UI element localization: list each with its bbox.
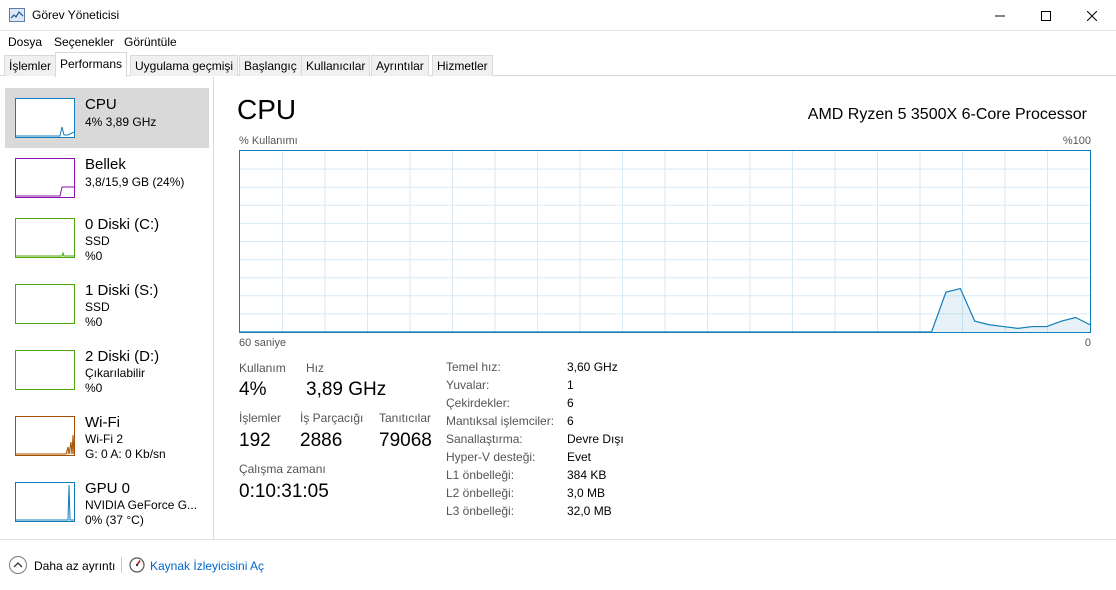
resource-monitor-icon[interactable]: [129, 557, 145, 573]
processes-value: 192: [239, 430, 271, 451]
sidebar-item-label: GPU 0: [85, 480, 131, 497]
sidebar-item-disk-d[interactable]: 2 Diski (D:) Çıkarılabilir %0: [5, 340, 209, 400]
sidebar-item-detail: SSD: [85, 300, 110, 314]
sidebar-item-detail-2: 0% (37 °C): [85, 513, 144, 527]
sidebar-item-detail-2: G: 0 A: 0 Kb/sn: [85, 447, 166, 461]
less-details-button[interactable]: [9, 556, 27, 574]
spec-label: Yuvalar:: [446, 378, 490, 392]
speed-label: Hız: [306, 361, 324, 375]
sidebar-item-detail: 3,8/15,9 GB (24%): [85, 175, 185, 189]
sidebar-item-label: CPU: [85, 96, 117, 113]
handles-value: 79068: [379, 430, 432, 451]
sidebar-item-detail-2: %0: [85, 249, 103, 263]
graph-time-zero: 0: [1084, 337, 1091, 349]
close-button[interactable]: [1069, 0, 1115, 31]
sidebar-item-label: 1 Diski (S:): [85, 282, 159, 299]
uptime-value: 0:10:31:05: [239, 481, 329, 502]
uptime-label: Çalışma zamanı: [239, 462, 326, 476]
spec-label: Temel hız:: [446, 360, 501, 374]
tab-baslangic[interactable]: Başlangıç: [239, 55, 302, 76]
sidebar-item-detail: NVIDIA GeForce G...: [85, 498, 198, 512]
sidebar-item-label: Bellek: [85, 156, 126, 173]
memory-thumbnail-graph: [15, 158, 75, 198]
tab-ayrintilar[interactable]: Ayrıntılar: [371, 55, 429, 76]
tab-uygulama-gecmisi[interactable]: Uygulama geçmişi: [130, 55, 239, 76]
sidebar-item-label: 0 Diski (C:): [85, 216, 160, 233]
usage-value: 4%: [239, 379, 267, 400]
spec-value: 6: [567, 396, 574, 410]
graph-label-max: %100: [1062, 135, 1091, 147]
disk-s-thumbnail-graph: [15, 284, 75, 324]
menu-secenekler[interactable]: Seçenekler: [54, 35, 114, 49]
performance-sidebar: CPU 4% 3,89 GHz Bellek 3,8/15,9 GB (24%)…: [0, 77, 214, 539]
spec-value: 3,60 GHz: [567, 360, 618, 374]
wifi-thumbnail-graph: [15, 416, 75, 456]
maximize-button[interactable]: [1023, 0, 1069, 31]
cpu-usage-graph: [239, 150, 1091, 333]
sidebar-item-gpu[interactable]: GPU 0 NVIDIA GeForce G... 0% (37 °C): [5, 472, 209, 532]
window-title: Görev Yöneticisi: [32, 8, 120, 22]
footer-bar: Daha az ayrıntı Kaynak İzleyicisini Aç: [0, 539, 1116, 590]
spec-value: 6: [567, 414, 574, 428]
sidebar-item-label: 2 Diski (D:): [85, 348, 160, 365]
spec-value: Devre Dışı: [567, 432, 624, 446]
threads-value: 2886: [300, 430, 343, 451]
threads-label: İş Parçacığı: [300, 411, 364, 425]
handles-label: Tanıtıcılar: [379, 411, 432, 425]
processes-label: İşlemler: [239, 411, 282, 425]
processor-name: AMD Ryzen 5 3500X 6-Core Processor: [807, 106, 1087, 123]
graph-label-usage: % Kullanımı: [239, 135, 298, 147]
sidebar-item-detail-2: %0: [85, 315, 103, 329]
disk-d-thumbnail-graph: [15, 350, 75, 390]
tab-islemler[interactable]: İşlemler: [4, 55, 57, 76]
spec-value: 384 KB: [567, 468, 607, 482]
sidebar-item-detail: Wi-Fi 2: [85, 432, 123, 446]
spec-label: Hyper-V desteği:: [446, 450, 536, 464]
title-bar: Görev Yöneticisi: [0, 0, 1116, 31]
menu-goruntule[interactable]: Görüntüle: [124, 35, 177, 49]
spec-value: 3,0 MB: [567, 486, 606, 500]
speed-value: 3,89 GHz: [306, 379, 387, 400]
spec-value: 1: [567, 378, 574, 392]
sidebar-item-disk-c[interactable]: 0 Diski (C:) SSD %0: [5, 208, 209, 268]
usage-label: Kullanım: [239, 361, 286, 375]
spec-label: L2 önbelleği:: [446, 486, 515, 500]
spec-value: Evet: [567, 450, 592, 464]
less-details-label[interactable]: Daha az ayrıntı: [34, 559, 115, 573]
sidebar-item-disk-s[interactable]: 1 Diski (S:) SSD %0: [5, 274, 209, 334]
menu-dosya[interactable]: Dosya: [8, 35, 42, 49]
spec-label: Mantıksal işlemciler:: [446, 414, 555, 428]
sidebar-item-wifi[interactable]: Wi-Fi Wi-Fi 2 G: 0 A: 0 Kb/sn: [5, 406, 209, 466]
chevron-up-icon: [13, 562, 23, 568]
tab-bar: İşlemler Performans Uygulama geçmişi Baş…: [0, 52, 1116, 77]
spec-value: 32,0 MB: [567, 504, 612, 518]
sidebar-item-label: Wi-Fi: [85, 414, 120, 431]
sidebar-item-detail: SSD: [85, 234, 110, 248]
disk-c-thumbnail-graph: [15, 218, 75, 258]
gpu-thumbnail-graph: [15, 482, 75, 522]
spec-label: Çekirdekler:: [446, 396, 511, 410]
sidebar-item-detail-2: %0: [85, 381, 103, 395]
menu-bar: Dosya Seçenekler Görüntüle: [0, 31, 1116, 52]
spec-label: Sanallaştırma:: [446, 432, 523, 446]
tab-kullanicilar[interactable]: Kullanıcılar: [301, 55, 371, 76]
sidebar-item-detail: 4% 3,89 GHz: [85, 115, 157, 129]
sidebar-item-bellek[interactable]: Bellek 3,8/15,9 GB (24%): [5, 148, 209, 208]
spec-label: L3 önbelleği:: [446, 504, 515, 518]
sidebar-item-detail: Çıkarılabilir: [85, 366, 146, 380]
cpu-detail-panel: CPU AMD Ryzen 5 3500X 6-Core Processor %…: [215, 77, 1116, 539]
tab-hizmetler[interactable]: Hizmetler: [432, 55, 493, 76]
cpu-thumbnail-graph: [15, 98, 75, 138]
minimize-button[interactable]: [977, 0, 1023, 31]
page-title: CPU: [237, 94, 297, 125]
sidebar-item-cpu[interactable]: CPU 4% 3,89 GHz: [5, 88, 209, 148]
footer-divider: [121, 557, 122, 573]
tab-performans[interactable]: Performans: [55, 52, 128, 77]
spec-label: L1 önbelleği:: [446, 468, 515, 482]
resource-monitor-link[interactable]: Kaynak İzleyicisini Aç: [150, 559, 264, 573]
graph-time-label: 60 saniye: [239, 337, 287, 349]
task-manager-icon: [9, 8, 25, 22]
